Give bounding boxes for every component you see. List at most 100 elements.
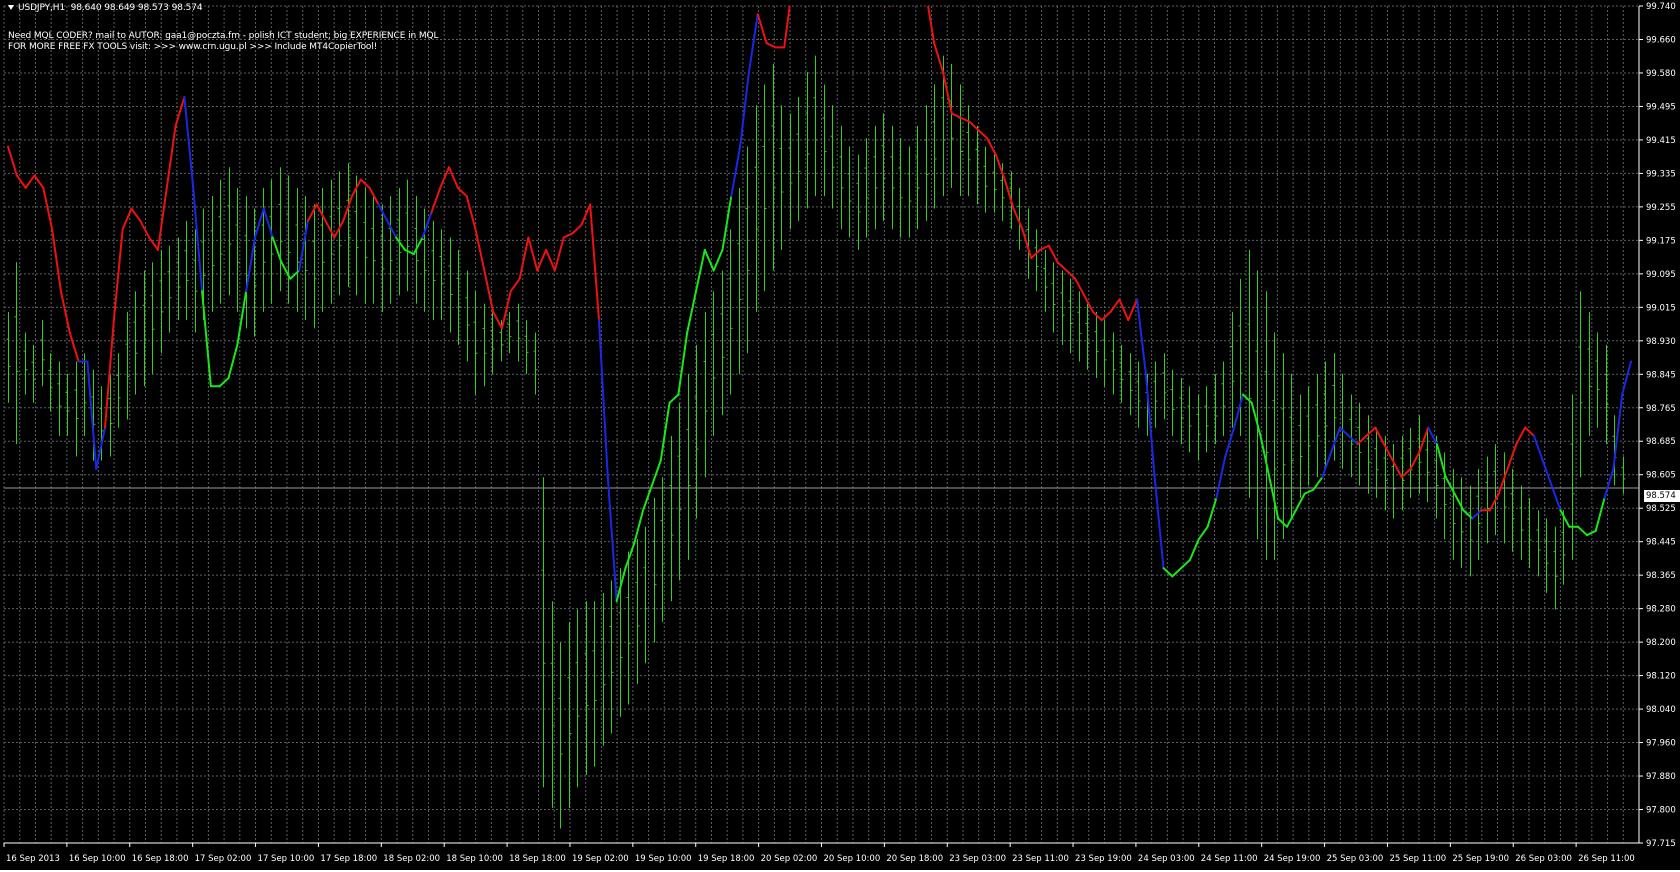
indicator-line-segment: [183, 95, 195, 189]
time-tick-label: 18 Sep 10:00: [446, 854, 503, 864]
price-tick-label: 99.495: [1646, 102, 1676, 112]
indicator-line-segment: [950, 112, 962, 119]
indicator-line-segment: [615, 567, 627, 603]
indicator-line-segment: [412, 236, 424, 255]
indicator-line-segment: [527, 236, 539, 272]
indicator-line-segment: [1347, 434, 1359, 446]
indicator-line-segment: [783, 6, 791, 49]
ohlc-label: 98.640 98.649 98.573 98.574: [70, 3, 203, 13]
indicator-line-segment: [721, 195, 733, 251]
price-tick-label: 99.175: [1646, 236, 1676, 246]
indicator-line-segment: [1365, 426, 1377, 437]
indicator-line-segment: [1541, 459, 1553, 487]
indicator-line-segment: [545, 248, 556, 272]
indicator-line-segment: [712, 248, 724, 272]
indicator-line-segment: [1224, 426, 1236, 458]
time-tick-label: 25 Sep 11:00: [1389, 854, 1446, 864]
indicator-line-segment: [201, 290, 212, 388]
time-tick-label: 17 Sep 02:00: [195, 854, 252, 864]
indicator-line-segment: [1215, 455, 1227, 499]
indicator-line-segment: [1594, 496, 1606, 532]
indicator-line-segment: [518, 236, 530, 280]
time-tick-label: 18 Sep 02:00: [383, 854, 440, 864]
time-tick-label: 20 Sep 02:00: [761, 854, 818, 864]
price-tick-label: 99.015: [1646, 303, 1676, 313]
indicator-line-segment: [456, 186, 468, 198]
indicator-line-segment: [465, 195, 477, 231]
time-tick-label: 23 Sep 19:00: [1075, 854, 1132, 864]
time-tick-label: 26 Sep 03:00: [1515, 854, 1572, 864]
price-tick-label: 98.525: [1646, 504, 1676, 514]
indicator-line-segment: [333, 219, 345, 239]
mt4-chart-window[interactable]: 99.740 99.660 99.580 99.495 99.415 99.335 99.2…: [0, 0, 1680, 872]
price-tick-label: 99.255: [1646, 203, 1676, 213]
indicator-line-segment: [448, 166, 459, 189]
indicator-line-segment: [68, 331, 80, 363]
indicator-line-segment: [1100, 310, 1112, 322]
indicator-line-segment: [1321, 451, 1333, 479]
indicator-line-segment: [1065, 269, 1077, 280]
indicator-line-segment: [1206, 496, 1218, 528]
indicator-line-segment: [112, 228, 124, 322]
indicator-line-segment: [1356, 434, 1368, 446]
indicator-line-segment: [1047, 244, 1059, 264]
time-tick-label: 26 Sep 11:00: [1578, 854, 1635, 864]
time-tick-label: 24 Sep 11:00: [1201, 854, 1258, 864]
price-tick-label: 97.880: [1646, 772, 1676, 782]
indicator-line-segment: [148, 236, 159, 251]
indicator-line-segment: [192, 186, 204, 293]
collapse-triangle-icon[interactable]: [8, 5, 14, 10]
price-tick-label: 98.040: [1646, 705, 1676, 715]
indicator-line-segment: [1453, 492, 1465, 512]
time-tick-label: 20 Sep 10:00: [824, 854, 881, 864]
price-tick-label: 98.765: [1646, 404, 1676, 414]
indicator-line-segment: [51, 228, 62, 293]
time-tick-label: 17 Sep 10:00: [258, 854, 315, 864]
indicator-line-segment: [553, 236, 565, 272]
indicator-line-segment: [686, 290, 698, 334]
indicator-line-segment: [1118, 298, 1130, 322]
indicator-line-segment: [1506, 443, 1518, 470]
price-tick-label: 99.335: [1646, 169, 1676, 179]
price-tick-label: 97.960: [1646, 739, 1676, 749]
indicator-line-segment: [1012, 207, 1024, 231]
indicator-line-segment: [421, 211, 433, 239]
price-chart[interactable]: 99.740 99.660 99.580 99.495 99.415 99.335 99.2…: [0, 0, 1680, 872]
indicator-line-segment: [597, 319, 609, 479]
indicator-line-segment: [977, 129, 989, 140]
indicator-line-segment: [1030, 248, 1042, 260]
time-tick-label: 17 Sep 18:00: [320, 854, 377, 864]
indicator-line-segment: [695, 248, 706, 293]
indicator-line-segment: [1091, 310, 1103, 322]
indicator-line-segment: [747, 13, 759, 74]
indicator-line-segment: [888, 6, 892, 7]
indicator-line-segment: [562, 232, 574, 239]
indicator-line-segment: [1188, 538, 1200, 561]
indicator-line-segment: [739, 71, 750, 148]
indicator-line-segment: [968, 120, 980, 131]
indicator-line-segment: [633, 509, 645, 545]
time-tick-label: 23 Sep 11:00: [1012, 854, 1069, 864]
indicator-line-segment: [245, 236, 256, 293]
indicator-line-segment: [1197, 525, 1209, 541]
indicator-line-segment: [889, 6, 892, 7]
price-tick-label: 98.120: [1646, 672, 1676, 682]
indicator-line-segment: [1180, 558, 1191, 570]
indicator-line-segment: [1233, 393, 1244, 429]
price-tick-label: 99.660: [1646, 35, 1676, 45]
indicator-line-segment: [298, 219, 309, 272]
indicator-line-segment: [1603, 467, 1615, 499]
time-tick-label: 24 Sep 03:00: [1138, 854, 1195, 864]
indicator-line-segment: [430, 186, 442, 214]
indicator-line-segment: [227, 343, 239, 379]
indicator-line-segment: [1277, 517, 1288, 528]
indicator-line-segment: [1268, 476, 1280, 520]
indicator-line-segment: [703, 248, 715, 272]
indicator-line-segment: [7, 145, 18, 177]
time-tick-label: 23 Sep 03:00: [949, 854, 1006, 864]
price-tick-label: 98.200: [1646, 638, 1676, 648]
indicator-line-segment: [1418, 426, 1430, 454]
indicator-line-segment: [536, 248, 548, 272]
indicator-line-segment: [130, 207, 142, 222]
price-tick-label: 99.095: [1646, 270, 1676, 280]
